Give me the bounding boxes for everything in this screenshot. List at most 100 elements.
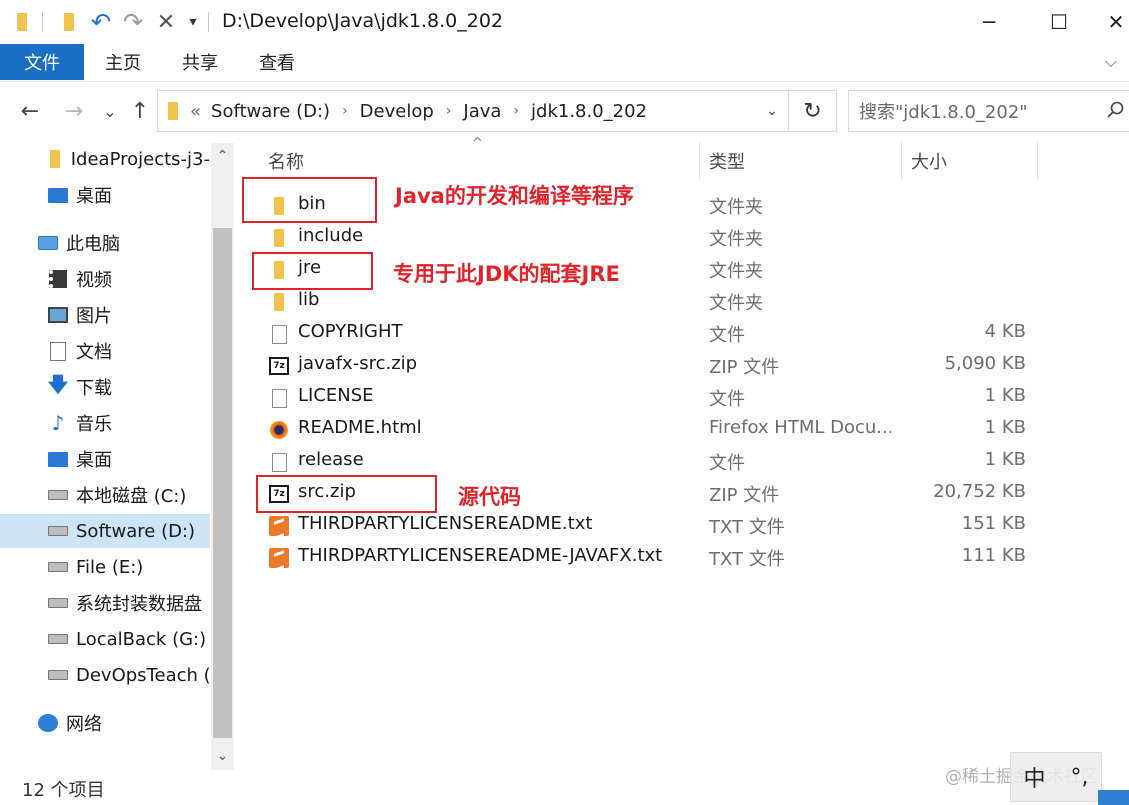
chevron-right-icon[interactable]: › [446,103,452,119]
back-button[interactable]: ← [16,96,44,126]
sidebar-item-desktop-2[interactable]: 桌面 [0,442,210,476]
download-icon: 🡇 [47,372,69,396]
sublime-icon [268,548,290,568]
properties-icon[interactable] [56,10,82,34]
annotation-box-src [256,475,437,513]
sort-ascending-icon: ^ [472,136,483,151]
sidebar-item-devopsteach[interactable]: DevOpsTeach ( [0,658,210,692]
sidebar-item-drive-e[interactable]: File (E:) [0,550,210,584]
file-row-include[interactable]: include 文件夹 [244,222,1044,254]
file-name: javafx-src.zip [298,353,418,374]
breadcrumb-overflow[interactable]: « [190,101,201,122]
maximize-button[interactable]: ☐ [1037,6,1081,38]
folder-icon [268,228,290,248]
forward-button[interactable]: → [60,96,88,126]
up-button[interactable]: ↑ [128,96,152,126]
sidebar-item-this-pc[interactable]: 此电脑 [0,226,210,260]
tab-view[interactable]: 查看 [249,44,305,80]
scroll-up-icon[interactable]: ⌃ [211,144,234,168]
ime-toolbar[interactable]: 中 °, [1010,752,1102,802]
file-row-thirdparty-license-javafx[interactable]: THIRDPARTYLICENSEREADME-JAVAFX.txt TXT 文… [244,542,1044,574]
recent-locations-button[interactable]: ⌄ [100,96,120,126]
navigation-pane: IdeaProjects-j3- 桌面 此电脑 视频 图片 文档 🡇 下载 ♪ … [0,140,234,770]
title-bar: ↶ ↷ ✕ ▾ D:\Develop\Java\jdk1.8.0_202 ─ ☐… [0,0,1129,44]
file-row-release[interactable]: release 文件 1 KB [244,446,1044,478]
drive-icon [48,486,68,504]
sidebar-item-desktop[interactable]: 桌面 [0,178,210,212]
file-name: LICENSE [298,385,374,406]
view-toggle-buttons[interactable] [1098,790,1129,805]
column-header-type[interactable]: 类型 [709,142,745,180]
divider [208,12,209,32]
search-input[interactable]: 搜索"jdk1.8.0_202" [848,90,1129,132]
column-header-name[interactable]: 名称 [268,142,304,180]
sidebar-item-ideaprojects[interactable]: IdeaProjects-j3- [0,142,210,176]
file-type: 文件夹 [709,293,763,314]
file-size: 111 KB [961,545,1026,566]
search-icon[interactable] [1107,101,1125,119]
sidebar-item-system-data-drive[interactable]: 系统封装数据盘 [0,586,210,620]
ime-punctuation[interactable]: °, [1070,765,1088,790]
sidebar-item-downloads[interactable]: 🡇 下载 [0,370,210,404]
file-type: ZIP 文件 [709,357,780,378]
sidebar-item-drive-c[interactable]: 本地磁盘 (C:) [0,478,210,512]
breadcrumb-develop[interactable]: Develop [360,101,434,122]
delete-icon[interactable]: ✕ [154,10,178,35]
file-row-javafx-src[interactable]: 7z javafx-src.zip ZIP 文件 5,090 KB [244,350,1044,382]
file-name: lib [298,289,320,310]
breadcrumb-jdk[interactable]: jdk1.8.0_202 [531,101,647,122]
customize-quick-access-icon[interactable]: ▾ [184,10,202,34]
column-header-size[interactable]: 大小 [911,142,947,180]
scroll-down-icon[interactable]: ⌄ [211,744,234,768]
column-divider[interactable] [699,142,700,180]
sidebar-item-drive-d[interactable]: Software (D:) [0,514,210,548]
file-row-lib[interactable]: lib 文件夹 [244,286,1044,318]
column-divider[interactable] [1037,142,1038,180]
column-divider[interactable] [901,142,902,180]
pictures-icon [48,306,68,324]
breadcrumb-drive[interactable]: Software (D:) [211,101,330,122]
sidebar-item-drive-g[interactable]: LocalBack (G:) [0,622,210,656]
sidebar-item-documents[interactable]: 文档 [0,334,210,368]
file-type: 文件夹 [709,229,763,250]
file-type: TXT 文件 [709,549,785,570]
network-icon [38,714,58,732]
file-type: 文件 [709,389,745,410]
tab-home[interactable]: 主页 [95,44,151,80]
sidebar-item-pictures[interactable]: 图片 [0,298,210,332]
breadcrumb-java[interactable]: Java [463,101,501,122]
address-dropdown-icon[interactable]: ⌄ [755,90,789,132]
refresh-button[interactable]: ↻ [789,90,837,132]
sublime-icon [268,516,290,536]
tab-file[interactable]: 文件 [0,44,84,80]
annotation-box-bin [242,177,377,223]
folder-icon [168,102,178,120]
ime-mode[interactable]: 中 [1023,761,1045,793]
file-row-license[interactable]: LICENSE 文件 1 KB [244,382,1044,414]
file-row-thirdparty-license[interactable]: THIRDPARTYLICENSEREADME.txt TXT 文件 151 K… [244,510,1044,542]
file-name: THIRDPARTYLICENSEREADME-JAVAFX.txt [298,545,663,566]
minimize-button[interactable]: ─ [967,6,1011,38]
sidebar-item-videos[interactable]: 视频 [0,262,210,296]
file-row-copyright[interactable]: COPYRIGHT 文件 4 KB [244,318,1044,350]
annotation-src: 源代码 [458,485,521,509]
undo-icon[interactable]: ↶ [88,8,114,36]
chevron-right-icon[interactable]: › [513,103,519,119]
chevron-right-icon[interactable]: › [342,103,348,119]
tab-share[interactable]: 共享 [172,44,228,80]
file-icon [268,452,290,472]
file-type: 文件 [709,325,745,346]
file-icon [268,324,290,344]
file-row-readme[interactable]: README.html Firefox HTML Docu... 1 KB [244,414,1044,446]
sidebar-item-network[interactable]: 网络 [0,706,210,740]
sidebar-item-music[interactable]: ♪ 音乐 [0,406,210,440]
address-bar[interactable]: « Software (D:) › Develop › Java › jdk1.… [157,90,789,132]
window-title: D:\Develop\Java\jdk1.8.0_202 [222,10,504,32]
navigation-bar: ← → ⌄ ↑ « Software (D:) › Develop › Java… [0,82,1129,140]
expand-ribbon-icon[interactable]: ⌵ [1105,52,1117,72]
close-button[interactable]: ✕ [1094,6,1129,38]
drive-icon [48,630,68,648]
file-size: 5,090 KB [944,353,1026,374]
redo-icon[interactable]: ↷ [120,8,146,36]
sidebar-scrollbar-thumb[interactable] [213,228,232,738]
